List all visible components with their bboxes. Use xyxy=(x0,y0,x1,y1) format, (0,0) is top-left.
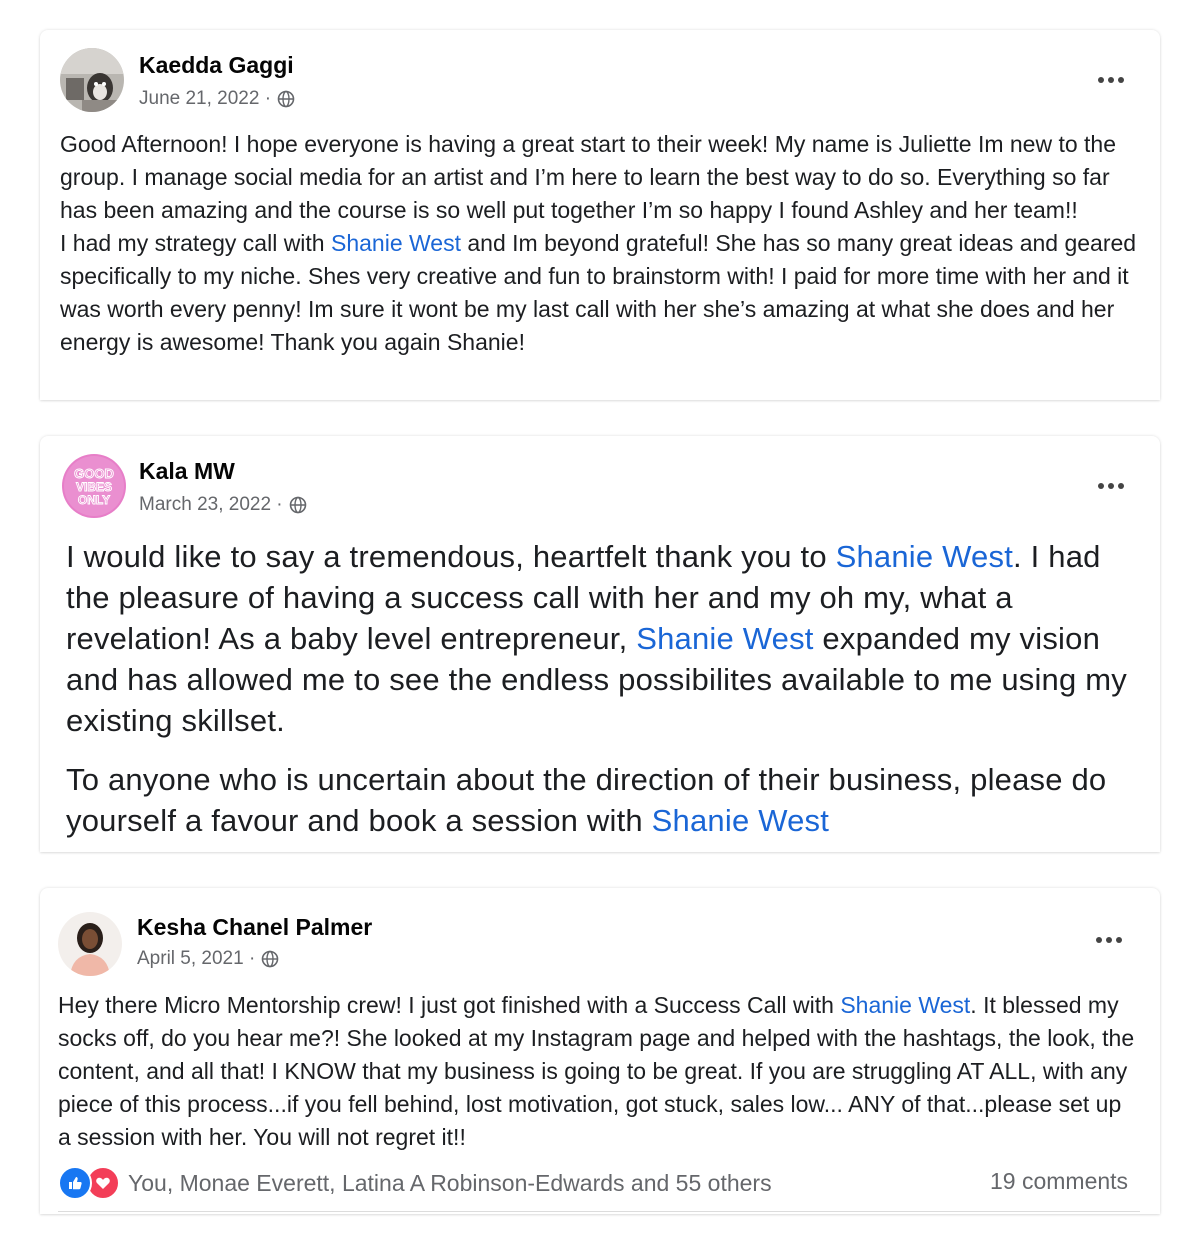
post-date-text[interactable]: March 23, 2022 · xyxy=(139,494,283,516)
avatar[interactable]: GOOD VIBES ONLY xyxy=(62,454,126,518)
comments-count[interactable]: 19 comments xyxy=(990,1168,1128,1195)
svg-text:ONLY: ONLY xyxy=(78,493,110,507)
post-author[interactable]: Kaedda Gaggi xyxy=(139,52,294,79)
post-date: June 21, 2022 · xyxy=(139,88,295,110)
avatar-neon-sign: GOOD VIBES ONLY xyxy=(62,454,126,518)
post-date-text[interactable]: June 21, 2022 · xyxy=(139,88,271,110)
globe-icon xyxy=(277,90,295,108)
post-paragraph: I would like to say a tremendous, heartf… xyxy=(66,536,1138,741)
globe-icon xyxy=(289,496,306,514)
avatar[interactable] xyxy=(58,912,122,976)
like-reaction-icon xyxy=(58,1166,92,1200)
body-text: Good Afternoon! I hope everyone is havin… xyxy=(60,131,1117,223)
more-options-icon[interactable] xyxy=(1098,480,1128,492)
mention-link[interactable]: Shanie West xyxy=(636,621,813,656)
post-author[interactable]: Kala MW xyxy=(139,458,235,485)
divider xyxy=(58,1211,1140,1212)
post-date: March 23, 2022 · xyxy=(139,494,307,516)
avatar-photo xyxy=(60,48,124,112)
more-options-icon[interactable] xyxy=(1096,934,1126,946)
post-date-text[interactable]: April 5, 2021 · xyxy=(137,948,255,970)
mention-link[interactable]: Shanie West xyxy=(331,230,461,256)
mention-link[interactable]: Shanie West xyxy=(652,803,829,838)
post-card-3: Kesha Chanel Palmer April 5, 2021 · Hey … xyxy=(40,888,1160,1214)
post-author[interactable]: Kesha Chanel Palmer xyxy=(137,914,372,941)
reactions-text[interactable]: You, Monae Everett, Latina A Robinson-Ed… xyxy=(128,1170,772,1197)
mention-link[interactable]: Shanie West xyxy=(840,992,970,1018)
svg-text:GOOD: GOOD xyxy=(74,466,114,481)
mention-link[interactable]: Shanie West xyxy=(836,539,1013,574)
post-body: Hey there Micro Mentorship crew! I just … xyxy=(58,989,1140,1154)
more-options-icon[interactable] xyxy=(1098,74,1128,86)
post-paragraph: Hey there Micro Mentorship crew! I just … xyxy=(58,989,1140,1154)
avatar-photo xyxy=(58,912,122,976)
post-body: Good Afternoon! I hope everyone is havin… xyxy=(60,128,1140,359)
body-text: Hey there Micro Mentorship crew! I just … xyxy=(58,992,841,1018)
globe-icon xyxy=(261,950,279,968)
body-text: To anyone who is uncertain about the dir… xyxy=(66,762,1107,838)
body-text: I would like to say a tremendous, heartf… xyxy=(66,539,836,574)
body-text: I had my strategy call with xyxy=(60,230,331,256)
post-body: I would like to say a tremendous, heartf… xyxy=(66,536,1138,841)
post-paragraph: To anyone who is uncertain about the dir… xyxy=(66,759,1138,841)
post-card-2: GOOD VIBES ONLY Kala MW March 23, 2022 ·… xyxy=(40,436,1160,852)
post-date: April 5, 2021 · xyxy=(137,948,279,970)
post-card-1: Kaedda Gaggi June 21, 2022 · Good Aftern… xyxy=(40,30,1160,400)
avatar[interactable] xyxy=(60,48,124,112)
post-paragraph: Good Afternoon! I hope everyone is havin… xyxy=(60,128,1140,227)
post-paragraph: I had my strategy call with Shanie West … xyxy=(60,227,1140,359)
svg-text:VIBES: VIBES xyxy=(76,480,112,494)
reactions-summary[interactable]: You, Monae Everett, Latina A Robinson-Ed… xyxy=(58,1166,772,1200)
